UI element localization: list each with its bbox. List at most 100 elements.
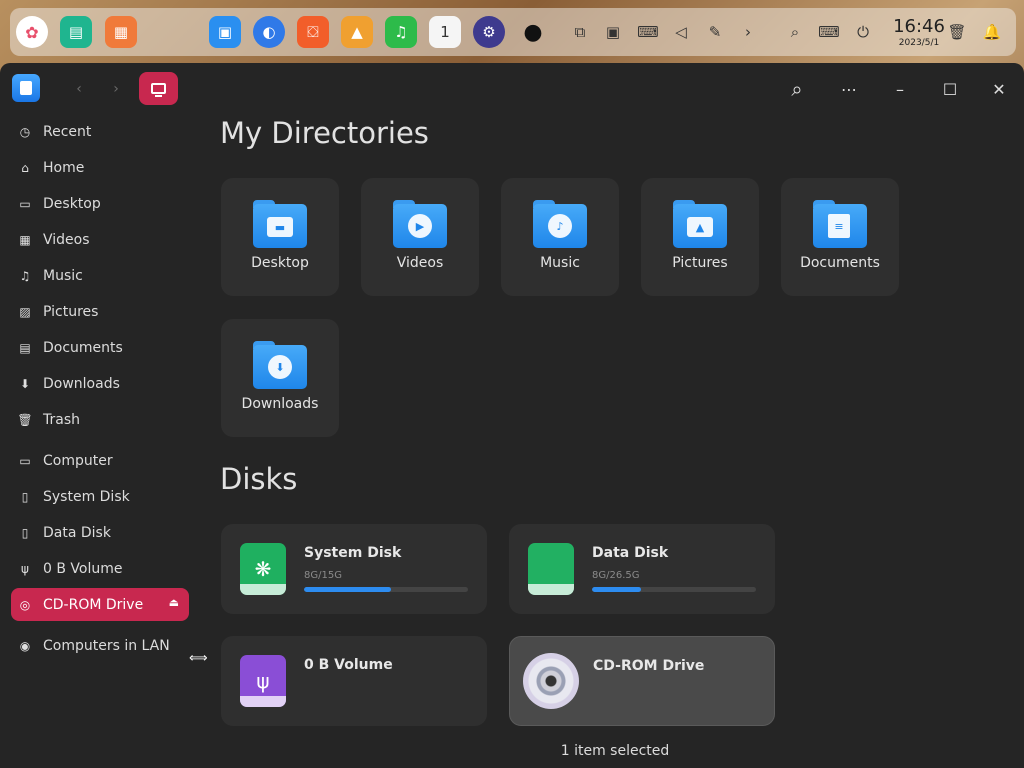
folder-icon: ⬇ [253, 341, 307, 389]
sidebar-item-label: Desktop [43, 195, 101, 212]
video-icon: ▦ [19, 232, 31, 247]
sidebar-item-recent[interactable]: ◷ Recent [11, 115, 189, 148]
photos-icon[interactable]: ▲ [341, 16, 373, 48]
directory-card-documents[interactable]: ≡ Documents [781, 178, 899, 296]
trash-icon: 🗑 [17, 412, 33, 427]
clock-date: 2023/5/1 [898, 38, 940, 48]
directory-label: Downloads [241, 396, 319, 412]
forward-button[interactable]: › [103, 76, 129, 102]
usb-icon: ψ [21, 561, 29, 576]
disk-card-0b-volume[interactable]: ψ 0 B Volume [221, 636, 487, 726]
directory-card-downloads[interactable]: ⬇ Downloads [221, 319, 339, 437]
disk-name: System Disk [304, 545, 402, 561]
disk-name: CD-ROM Drive [593, 658, 705, 674]
directory-card-pictures[interactable]: ▲ Pictures [641, 178, 759, 296]
sidebar-item-0b-volume[interactable]: ψ 0 B Volume [11, 552, 189, 585]
sidebar-item-documents[interactable]: ▤ Documents [11, 331, 189, 364]
sidebar-item-label: Trash [43, 411, 80, 428]
sidebar-item-downloads[interactable]: ⬇ Downloads [11, 367, 189, 400]
settings-icon[interactable]: ⚙ [473, 16, 505, 48]
sidebar-item-label: Videos [43, 231, 90, 248]
volume-icon[interactable]: ◁ [669, 20, 693, 44]
keyboard-layout-icon[interactable]: ⌨ [817, 20, 841, 44]
sidebar-item-system-disk[interactable]: ▯ System Disk [11, 480, 189, 513]
sidebar-item-label: Music [43, 267, 83, 284]
screenshot-icon[interactable]: ▣ [601, 20, 625, 44]
notification-bell-icon[interactable]: 🔔 [980, 20, 1004, 44]
status-bar-text: 1 item selected [560, 743, 670, 759]
directory-card-music[interactable]: ♪ Music [501, 178, 619, 296]
directory-card-desktop[interactable]: ▬ Desktop [221, 178, 339, 296]
workspace-icon[interactable]: ▦ [105, 16, 137, 48]
keyboard-icon[interactable]: ⌨ [636, 20, 660, 44]
more-options-button[interactable]: ⋯ [837, 77, 861, 101]
browser-icon[interactable]: ◐ [253, 16, 285, 48]
home-icon: ⌂ [21, 160, 29, 175]
directory-label: Desktop [251, 255, 309, 271]
app-store-icon[interactable]: ⛋ [297, 16, 329, 48]
folder-icon: ♪ [533, 200, 587, 248]
screen-switch-icon[interactable]: ⧉ [568, 20, 592, 44]
close-button[interactable]: ✕ [987, 77, 1011, 101]
multitask-icon[interactable]: ▤ [60, 16, 92, 48]
disk-size: 8G/15G [304, 570, 342, 581]
calendar-icon[interactable]: 1 [429, 16, 461, 48]
folder-icon: ▲ [673, 200, 727, 248]
search-button[interactable]: ⌕ [785, 77, 809, 101]
sidebar-item-home[interactable]: ⌂ Home [11, 151, 189, 184]
directory-card-videos[interactable]: ▶ Videos [361, 178, 479, 296]
directory-label: Music [540, 255, 580, 271]
chevron-right-icon[interactable]: › [736, 20, 760, 44]
power-icon[interactable]: ⏻ [851, 20, 875, 44]
file-manager-icon[interactable]: ▣ [209, 16, 241, 48]
sidebar-item-desktop[interactable]: ▭ Desktop [11, 187, 189, 220]
picture-emblem-icon: ▲ [687, 217, 713, 237]
disk-usage-fill [592, 587, 642, 592]
launcher-icon[interactable]: ✿ [16, 16, 48, 48]
disk-usage-fill [304, 587, 391, 592]
play-emblem-icon: ▶ [408, 214, 432, 238]
sidebar-item-label: Documents [43, 339, 123, 356]
sidebar-item-computer[interactable]: ▭ Computer [11, 444, 189, 477]
disk-usage-bar [592, 587, 756, 592]
disk-name: 0 B Volume [304, 657, 393, 673]
download-icon: ⬇ [19, 376, 31, 391]
sidebar-item-videos[interactable]: ▦ Videos [11, 223, 189, 256]
sidebar-item-label: Downloads [43, 375, 120, 392]
music-icon[interactable]: ♫ [385, 16, 417, 48]
cdrom-icon: ◎ [19, 597, 31, 612]
sidebar-item-computers-in-lan[interactable]: ◉ Computers in LAN [11, 629, 189, 662]
file-manager-window: ‹ › ⌕ ⋯ – ☐ ✕ ◷ Recent ⌂ Home ▭ Desktop … [0, 63, 1024, 768]
network-icon: ◉ [19, 638, 31, 653]
disk-card-cdrom[interactable]: CD-ROM Drive [509, 636, 775, 726]
monitor-icon [151, 83, 166, 97]
sidebar-item-data-disk[interactable]: ▯ Data Disk [11, 516, 189, 549]
sidebar-item-label: Recent [43, 123, 92, 140]
disk-card-data[interactable]: Data Disk 8G/26.5G [509, 524, 775, 614]
back-button[interactable]: ‹ [66, 76, 92, 102]
sidebar-item-music[interactable]: ♫ Music [11, 259, 189, 292]
sidebar-item-cdrom-drive[interactable]: ◎ CD-ROM Drive ⏏ [11, 588, 189, 621]
penguin-icon[interactable]: ● [517, 16, 549, 48]
maximize-button[interactable]: ☐ [938, 77, 962, 101]
disk-card-system[interactable]: ❋ System Disk 8G/15G [221, 524, 487, 614]
disk-usage-bar [304, 587, 468, 592]
trash-tray-icon[interactable]: 🗑 [945, 20, 969, 44]
computer-view-button[interactable] [139, 72, 178, 105]
download-emblem-icon: ⬇ [268, 355, 292, 379]
clock[interactable]: 16:46 2023/5/1 [886, 17, 952, 49]
sidebar-item-pictures[interactable]: ▨ Pictures [11, 295, 189, 328]
image-icon: ▨ [19, 304, 31, 319]
sidebar-item-trash[interactable]: 🗑 Trash [11, 403, 189, 436]
document-emblem-icon: ≡ [828, 214, 850, 238]
sidebar-item-label: System Disk [43, 488, 130, 505]
pen-icon[interactable]: ✎ [703, 20, 727, 44]
eject-icon[interactable]: ⏏ [169, 596, 179, 609]
computer-icon: ▭ [19, 453, 31, 468]
document-icon: ▤ [19, 340, 31, 355]
minimize-button[interactable]: – [888, 77, 912, 101]
search-icon[interactable]: ⌕ [783, 20, 807, 44]
sidebar-item-label: Computers in LAN [43, 637, 170, 654]
cd-disc-icon [523, 653, 579, 709]
disks-title: Disks [220, 462, 298, 496]
